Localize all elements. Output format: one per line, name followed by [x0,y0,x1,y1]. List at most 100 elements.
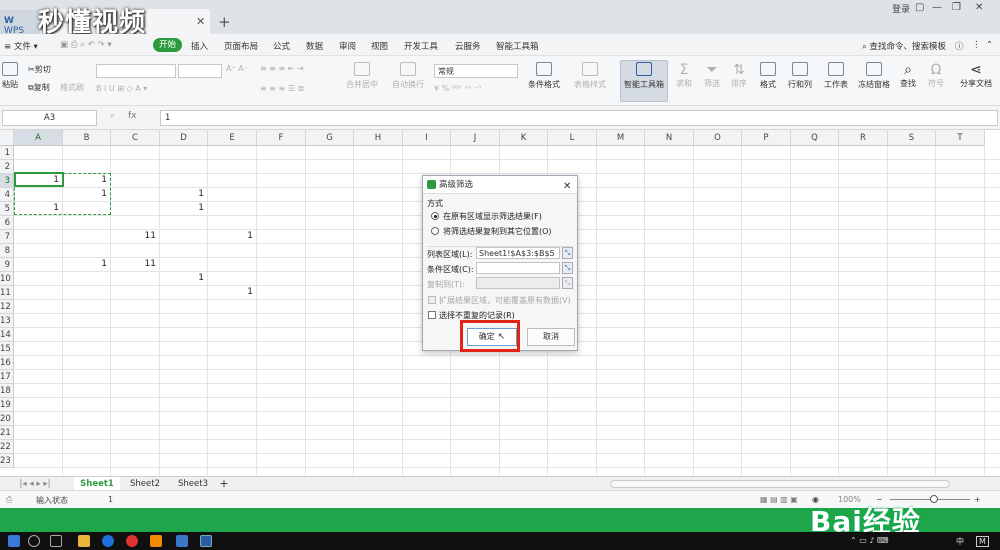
criteria-range-picker-icon[interactable]: ⤡ [562,262,573,274]
column-header-n[interactable]: N [645,130,694,146]
command-search[interactable]: ⌕ 查找命令、搜索模板 [862,40,946,52]
zoom-in-icon[interactable]: + [974,495,981,504]
row-header-10[interactable]: 10 [0,272,14,286]
share-button[interactable]: ⋖ 分享文档 [960,62,992,89]
format-button[interactable]: 格式 [760,62,776,90]
sort-button[interactable]: ⇅ 排序 [731,62,747,89]
freeze-panes-button[interactable]: 冻结窗格 [858,62,890,90]
cell-e11[interactable]: 1 [208,287,253,297]
name-box[interactable]: A3 [2,110,97,126]
help-icon[interactable]: ⓘ [955,40,964,52]
row-header-4[interactable]: 4 [0,188,14,202]
tab-page-layout[interactable]: 页面布局 [224,40,258,52]
tab-start[interactable]: 开始 [153,38,182,52]
formula-input[interactable]: 1 [160,110,998,126]
row-header-15[interactable]: 15 [0,342,14,356]
font-style-buttons[interactable]: B I U ⊞ ◇ A ▾ [96,84,147,93]
sheet-nav-arrows[interactable]: |◂ ◂ ▸ ▸| [0,477,70,491]
cell-e7[interactable]: 1 [208,231,253,241]
column-header-j[interactable]: J [451,130,500,146]
row-header-7[interactable]: 7 [0,230,14,244]
row-header-23[interactable]: 23 [0,454,14,468]
fx-icon[interactable]: fx [128,111,137,121]
row-header-2[interactable]: 2 [0,160,14,174]
row-header-12[interactable]: 12 [0,300,14,314]
row-header-16[interactable]: 16 [0,356,14,370]
view-mode-icons[interactable]: ▦ ▤ ▥ ▣ [760,495,798,504]
column-header-h[interactable]: H [354,130,403,146]
tab-view[interactable]: 视图 [371,40,388,52]
cell-d5[interactable]: 1 [160,203,204,213]
row-header-19[interactable]: 19 [0,398,14,412]
skin-icon[interactable]: ▢ [915,2,924,13]
row-header-5[interactable]: 5 [0,202,14,216]
sheet-tab-2[interactable]: Sheet2 [122,477,168,491]
horizontal-scrollbar[interactable] [610,480,950,488]
cell-b3[interactable]: 1 [63,175,107,185]
zoom-formula-icon[interactable]: ⌕ [110,111,115,121]
paste-button[interactable]: 粘贴 [2,62,18,90]
row-header-22[interactable]: 22 [0,440,14,454]
column-header-p[interactable]: P [742,130,791,146]
column-header-f[interactable]: F [257,130,306,146]
tab-cloud[interactable]: 云服务 [455,40,481,52]
column-header-k[interactable]: K [500,130,548,146]
column-header-r[interactable]: R [839,130,888,146]
cancel-button[interactable]: 取消 [527,328,575,346]
column-header-c[interactable]: C [111,130,160,146]
row-header-1[interactable]: 1 [0,146,14,160]
option-filter-in-place[interactable]: 在原有区域显示筛选结果(F) [443,211,542,222]
select-all-corner[interactable] [0,130,14,146]
windows-start-icon[interactable] [8,535,20,547]
symbol-button[interactable]: Ω 符号 [928,62,944,89]
column-header-t[interactable]: T [936,130,985,146]
column-header-q[interactable]: Q [791,130,839,146]
option-copy-to[interactable]: 将筛选结果复制到其它位置(O) [443,226,552,237]
number-format-combo[interactable]: 常规 [434,64,518,78]
column-header-d[interactable]: D [160,130,208,146]
tab-data[interactable]: 数据 [306,40,323,52]
cell-d10[interactable]: 1 [160,273,204,283]
vlc-icon[interactable] [150,535,162,547]
column-header-o[interactable]: O [694,130,742,146]
radio-copy-to[interactable] [431,227,439,235]
list-range-picker-icon[interactable]: ⤡ [562,247,573,259]
row-header-18[interactable]: 18 [0,384,14,398]
cell-b9[interactable]: 1 [63,259,107,269]
criteria-range-input[interactable] [476,262,560,274]
media-player-icon[interactable] [126,535,138,547]
tab-formula[interactable]: 公式 [273,40,290,52]
column-header-i[interactable]: I [403,130,451,146]
browser-icon[interactable] [102,535,114,547]
cell-d4[interactable]: 1 [160,189,204,199]
collapse-ribbon-icon[interactable]: ⌃ [986,40,993,50]
row-header-17[interactable]: 17 [0,370,14,384]
find-button[interactable]: ⌕ 查找 [900,62,916,89]
copy-button[interactable]: ⧉复制 [28,82,50,93]
row-header-8[interactable]: 8 [0,244,14,258]
column-header-e[interactable]: E [208,130,257,146]
merge-center-button[interactable]: 合并居中 [346,62,378,90]
task-view-icon[interactable] [50,535,62,547]
sheet-tab-3[interactable]: Sheet3 [170,477,216,491]
row-header-3[interactable]: 3 [0,174,14,188]
tray-icons[interactable]: ⌃ ▭ ♪ ⌨ [850,536,889,545]
app-icon[interactable] [176,535,188,547]
conditional-format-button[interactable]: 条件格式 [528,62,560,90]
font-size-adjust[interactable]: A⁺ A⁻ [226,64,248,73]
sum-button[interactable]: Σ 求和 [676,62,692,89]
wrap-text-button[interactable]: 自动换行 [392,62,424,90]
row-header-9[interactable]: 9 [0,258,14,272]
cell-b4[interactable]: 1 [63,189,107,199]
ime-indicator[interactable]: M [976,536,989,547]
zoom-slider-knob[interactable] [930,495,938,503]
row-header-21[interactable]: 21 [0,426,14,440]
align-left-buttons[interactable]: ≡ ≡ ≡ ☰ ≣ [260,84,304,93]
dialog-close-icon[interactable]: ✕ [563,178,571,196]
new-tab-icon[interactable]: + [218,13,231,31]
table-style-button[interactable]: 表格样式 [574,62,606,90]
smart-toolbox-button[interactable]: 智能工具箱 [622,62,666,90]
column-header-l[interactable]: L [548,130,597,146]
unique-records-checkbox[interactable] [428,311,436,319]
cell-a5[interactable]: 1 [14,203,59,213]
